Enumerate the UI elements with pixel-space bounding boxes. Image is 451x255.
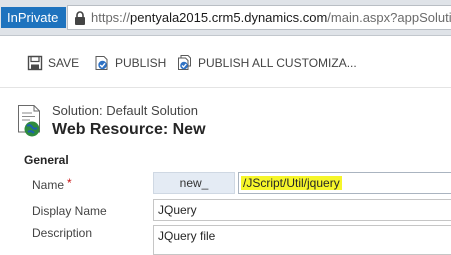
command-bar: SAVE PUBLISH PUBLISH ALL CUSTOMIZA... — [0, 36, 451, 88]
save-icon — [27, 55, 43, 71]
name-prefix: new_ — [153, 172, 235, 194]
required-marker: * — [67, 176, 72, 190]
publish-label: PUBLISH — [115, 56, 167, 70]
page-title: Web Resource: New — [52, 121, 206, 138]
publish-all-customizations-button[interactable]: PUBLISH ALL CUSTOMIZA... — [177, 53, 357, 73]
solution-subtitle: Solution: Default Solution — [52, 103, 198, 118]
description-value: JQuery file — [158, 229, 216, 243]
name-value: /JScript/Util/jquery — [241, 176, 342, 190]
web-resource-icon — [18, 105, 40, 137]
url-field[interactable]: https://pentyala2015.crm5.dynamics.com/m… — [67, 5, 451, 30]
url-scheme: https:// — [91, 10, 131, 25]
save-label: SAVE — [48, 56, 80, 70]
display-name-value: JQuery — [158, 203, 197, 217]
publish-all-icon — [178, 55, 191, 70]
inprivate-badge: InPrivate — [1, 7, 66, 28]
save-button[interactable]: SAVE — [27, 53, 79, 73]
url-host: pentyala2015.crm5.dynamics.com — [130, 10, 328, 25]
display-name-field[interactable]: JQuery — [153, 199, 451, 221]
name-label: Name * — [32, 176, 72, 192]
section-title-general: General — [24, 153, 69, 167]
description-field[interactable]: JQuery file — [153, 225, 451, 255]
publish-button[interactable]: PUBLISH — [94, 53, 166, 73]
display-name-label: Display Name — [32, 204, 107, 218]
name-field[interactable]: /JScript/Util/jquery — [238, 172, 451, 194]
description-label: Description — [32, 226, 93, 240]
url-path: /main.aspx?appSolutionId= — [327, 10, 451, 25]
publish-icon — [95, 56, 108, 70]
name-label-text: Name — [32, 178, 65, 192]
url-text: https://pentyala2015.crm5.dynamics.com/m… — [91, 10, 451, 26]
lock-icon — [75, 11, 85, 25]
browser-address-bar: InPrivate https://pentyala2015.crm5.dyna… — [0, 0, 451, 36]
publish-all-label: PUBLISH ALL CUSTOMIZA... — [198, 56, 357, 70]
